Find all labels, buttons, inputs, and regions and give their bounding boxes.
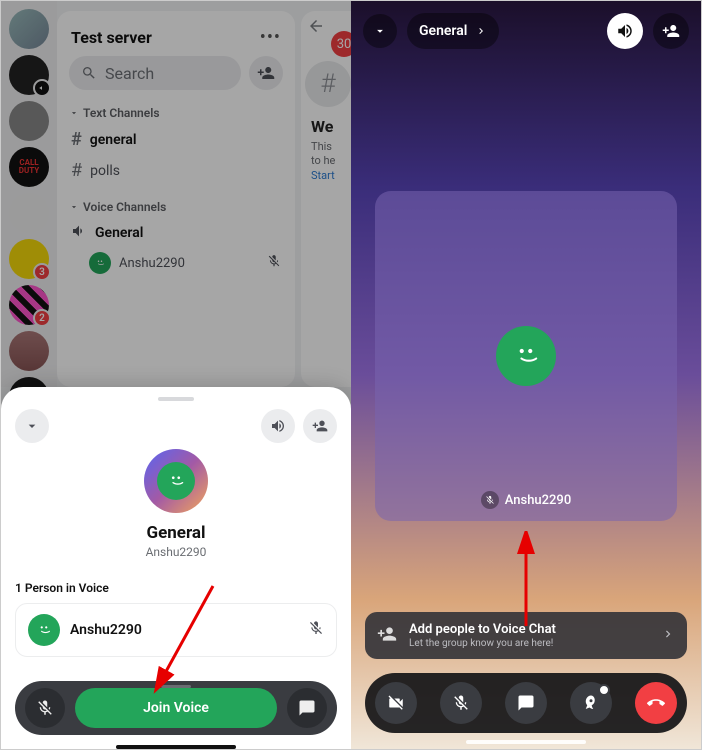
add-people-banner[interactable]: Add people to Voice Chat Let the group k… (365, 612, 687, 659)
user-avatar (28, 614, 60, 646)
audio-output-button[interactable] (261, 409, 295, 443)
voice-join-sheet: General Anshu2290 1 Person in Voice Ansh… (1, 387, 351, 749)
camera-off-icon (387, 694, 405, 712)
home-indicator (466, 740, 586, 744)
search-placeholder: Search (105, 64, 154, 83)
participant-name: Anshu2290 (481, 491, 571, 509)
chevron-down-icon (69, 202, 79, 212)
channel-avatar (144, 449, 208, 513)
activities-button[interactable] (570, 682, 612, 724)
mention-badge: 30 (331, 31, 351, 57)
chevron-down-icon (69, 108, 79, 118)
person-count-label: 1 Person in Voice (15, 581, 337, 595)
back-icon[interactable] (307, 17, 325, 39)
mic-off-icon (36, 699, 54, 717)
server-avatar[interactable] (9, 55, 49, 95)
invite-people-button[interactable] (249, 56, 283, 90)
add-person-icon (662, 22, 680, 40)
chat-button[interactable] (505, 682, 547, 724)
search-input[interactable]: Search (69, 56, 241, 90)
server-title[interactable]: Test server (71, 28, 152, 47)
channel-general[interactable]: #general (57, 124, 295, 155)
voice-top-bar: General (351, 1, 701, 61)
voice-channels-header[interactable]: Voice Channels (57, 194, 295, 218)
mute-toggle-button[interactable] (25, 688, 65, 728)
server-rail: CALLDUTY 3 2 15 (1, 1, 57, 387)
rocket-icon (582, 694, 600, 712)
server-menu-icon[interactable]: ••• (260, 27, 281, 48)
speaker-icon (616, 22, 634, 40)
banner-title: Add people to Voice Chat (409, 622, 556, 637)
chevron-down-icon (373, 24, 387, 38)
server-avatar[interactable]: CALLDUTY (9, 147, 49, 187)
channel-pill[interactable]: General (407, 13, 499, 49)
server-avatar[interactable] (9, 193, 49, 233)
invite-button[interactable] (303, 409, 337, 443)
text-channels-header[interactable]: Text Channels (57, 100, 295, 124)
mic-off-icon (452, 694, 470, 712)
server-avatar[interactable]: 3 (9, 239, 49, 279)
voice-member-row[interactable]: Anshu2290 (15, 603, 337, 657)
main-channel-peek: 30 # We Thisto heStart (301, 11, 351, 387)
bar-grabber[interactable] (161, 685, 191, 688)
server-avatar[interactable] (9, 9, 49, 49)
hash-icon: # (305, 61, 351, 107)
discord-icon (165, 470, 187, 492)
voice-user-row[interactable]: Anshu2290 (57, 248, 295, 278)
hash-icon: # (71, 129, 82, 150)
disconnect-button[interactable] (635, 682, 677, 724)
chevron-right-icon (661, 626, 675, 645)
add-person-icon (377, 624, 397, 648)
speaker-icon (270, 418, 286, 434)
minimize-button[interactable] (363, 14, 397, 48)
hash-icon: # (71, 160, 82, 181)
notification-dot (598, 684, 610, 696)
hangup-icon (647, 694, 665, 712)
chevron-right-icon (475, 25, 487, 37)
discord-icon (509, 339, 543, 373)
join-voice-button[interactable]: Join Voice (75, 688, 277, 728)
server-avatar[interactable] (9, 331, 49, 371)
invite-button[interactable] (653, 13, 689, 49)
welcome-desc: Thisto heStart (311, 140, 341, 183)
voice-member-name: Anshu2290 (70, 622, 142, 638)
muted-icon (267, 254, 281, 272)
chevron-down-icon (24, 418, 40, 434)
sheet-channel-name: General (15, 523, 337, 543)
sheet-channel-sub: Anshu2290 (15, 545, 337, 559)
voice-control-bar (365, 673, 687, 733)
camera-off-button[interactable] (375, 682, 417, 724)
home-indicator (116, 745, 236, 749)
search-icon (81, 65, 97, 81)
voice-channel-general[interactable]: General (57, 218, 295, 248)
banner-subtitle: Let the group know you are here! (409, 638, 556, 649)
mute-button[interactable] (440, 682, 482, 724)
join-voice-bar: Join Voice (15, 681, 337, 735)
add-person-icon (257, 64, 275, 82)
channel-list-pane: Test server ••• Search Text Channels #ge… (57, 11, 295, 387)
server-avatar[interactable] (9, 101, 49, 141)
muted-icon (308, 620, 324, 640)
sheet-grabber[interactable] (158, 397, 194, 401)
chat-button[interactable] (287, 688, 327, 728)
muted-icon (481, 491, 499, 509)
chat-icon (517, 694, 535, 712)
chat-icon (298, 699, 316, 717)
collapse-button[interactable] (15, 409, 49, 443)
welcome-heading: We (311, 117, 341, 136)
channel-polls[interactable]: #polls (57, 155, 295, 186)
user-avatar (496, 326, 556, 386)
audio-output-button[interactable] (607, 13, 643, 49)
participant-tile[interactable]: Anshu2290 (375, 191, 677, 521)
speaker-icon (71, 223, 87, 243)
server-avatar[interactable]: 2 (9, 285, 49, 325)
add-person-icon (312, 418, 328, 434)
user-avatar (89, 252, 111, 274)
